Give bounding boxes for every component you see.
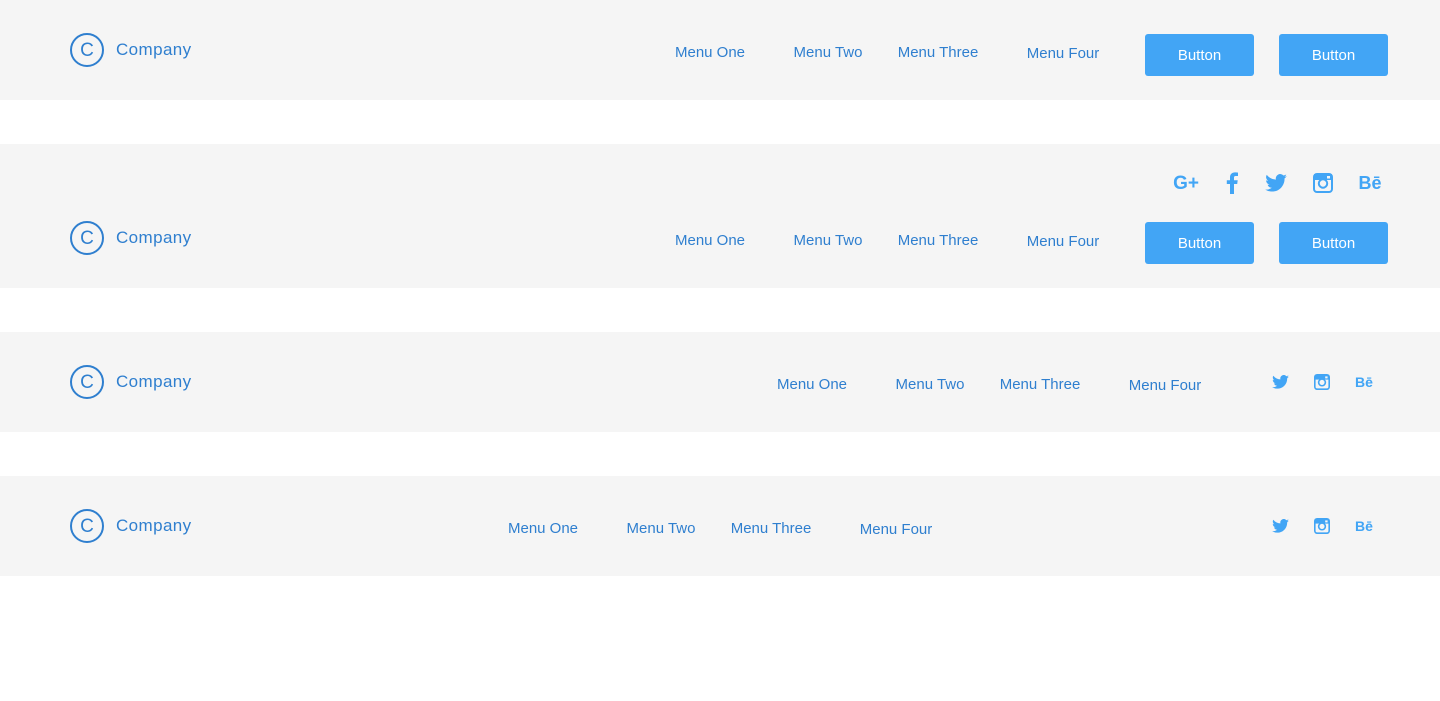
nav-menu-three[interactable]: Menu Three [1000,376,1081,393]
behance-icon[interactable]: Bē [1352,373,1376,391]
company-name: Company [116,40,192,59]
instagram-icon[interactable] [1312,517,1332,535]
copyright-logo-icon: C [70,509,104,543]
nav-menu-one[interactable]: Menu One [508,520,578,537]
nav-menu-two[interactable]: Menu Two [794,44,863,61]
header-4: C Company Menu One Menu Two Menu Three M… [0,476,1440,576]
nav-menu-one[interactable]: Menu One [777,376,847,393]
behance-icon[interactable]: Bē [1352,517,1376,535]
twitter-icon[interactable] [1270,373,1290,391]
header-1: C Company Menu One Menu Two Menu Three M… [0,0,1440,100]
twitter-icon[interactable] [1264,172,1288,194]
nav-menu-three[interactable]: Menu Three [898,44,979,61]
copyright-logo-icon: C [70,33,104,67]
header-button-secondary[interactable]: Button [1279,34,1388,76]
company-logo[interactable]: C Company [70,365,192,399]
company-logo[interactable]: C Company [70,33,192,67]
facebook-icon[interactable] [1222,171,1242,195]
google-plus-icon[interactable]: G+ [1171,172,1201,194]
header-2: G+ Bē C Company Menu One Menu Two Menu T… [0,144,1440,288]
behance-icon[interactable]: Bē [1356,172,1384,194]
header-3: C Company Menu One Menu Two Menu Three M… [0,332,1440,432]
nav-menu-two[interactable]: Menu Two [794,232,863,249]
nav-menu-four[interactable]: Menu Four [1027,45,1100,62]
copyright-logo-icon: C [70,221,104,255]
header-button-primary[interactable]: Button [1145,222,1254,264]
nav-menu-three[interactable]: Menu Three [731,520,812,537]
company-name: Company [116,228,192,247]
header-button-primary[interactable]: Button [1145,34,1254,76]
nav-menu-three[interactable]: Menu Three [898,232,979,249]
company-name: Company [116,516,192,535]
nav-menu-four[interactable]: Menu Four [1027,233,1100,250]
company-logo[interactable]: C Company [70,509,192,543]
instagram-icon[interactable] [1312,172,1334,194]
company-name: Company [116,372,192,391]
copyright-logo-icon: C [70,365,104,399]
twitter-icon[interactable] [1270,517,1290,535]
company-logo[interactable]: C Company [70,221,192,255]
nav-menu-one[interactable]: Menu One [675,44,745,61]
nav-menu-two[interactable]: Menu Two [627,520,696,537]
nav-menu-one[interactable]: Menu One [675,232,745,249]
nav-menu-four[interactable]: Menu Four [860,521,933,538]
header-button-secondary[interactable]: Button [1279,222,1388,264]
instagram-icon[interactable] [1312,373,1332,391]
nav-menu-two[interactable]: Menu Two [896,376,965,393]
nav-menu-four[interactable]: Menu Four [1129,377,1202,394]
